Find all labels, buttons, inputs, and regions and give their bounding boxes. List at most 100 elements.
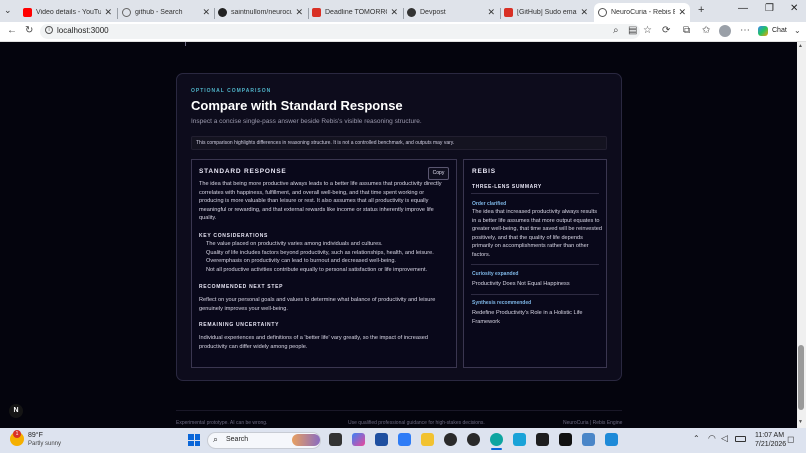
next-step-text: Reflect on your personal goals and value… [199, 297, 436, 312]
app-icon[interactable] [559, 433, 572, 446]
copilot-icon[interactable] [758, 26, 768, 36]
url-text[interactable]: localhost:3000 [57, 26, 109, 35]
next-devtools-badge[interactable]: N [9, 404, 23, 418]
close-tab-icon[interactable]: ✕ [487, 7, 495, 18]
favorite-star-icon[interactable]: ☆ [643, 25, 652, 36]
wifi-icon[interactable]: ◠ [708, 433, 716, 444]
windows-logo-piece [188, 434, 194, 440]
windows-logo-piece [194, 440, 200, 446]
section-title: Compare with Standard Response [191, 98, 403, 113]
reload-icon[interactable]: ↻ [25, 25, 33, 36]
divider [471, 264, 599, 265]
taskbar-search-label[interactable]: Search [226, 436, 248, 443]
tab-devpost[interactable]: Devpost ✕ [403, 3, 499, 22]
scroll-up-icon[interactable]: ▲ [798, 43, 803, 49]
zoom-icon[interactable]: ⌕ [613, 25, 619, 36]
notification-bell-icon[interactable]: ◻ [787, 434, 794, 445]
vscode-icon[interactable] [605, 433, 618, 446]
new-tab-button[interactable]: + [698, 4, 704, 16]
reader-icon[interactable]: ▤ [628, 25, 637, 36]
chevron-down-icon[interactable]: ⌄ [794, 26, 801, 35]
list-item: Quality of life includes factors beyond … [206, 249, 434, 256]
previous-panel [176, 42, 622, 50]
close-tab-icon[interactable]: ✕ [580, 7, 588, 18]
close-tab-icon[interactable]: ✕ [202, 7, 210, 18]
list-item: Overemphasis on productivity can lead to… [206, 258, 396, 264]
globe-icon [598, 8, 607, 17]
close-tab-icon[interactable]: ✕ [295, 7, 303, 18]
lens-text-synthesis: Redefine Productivity's Role in a Holist… [472, 310, 583, 325]
terminal-icon[interactable] [536, 433, 549, 446]
previous-panel-edge [185, 42, 186, 46]
search-highlight-image [292, 434, 320, 446]
tab-github-repo[interactable]: saintnullom/neurocuria ✕ [214, 3, 307, 22]
file-explorer-icon[interactable] [421, 433, 434, 446]
scrollbar-thumb[interactable] [798, 345, 804, 410]
gmail-icon [312, 8, 321, 17]
split-screen-icon[interactable]: ⧉ [683, 25, 690, 36]
close-window-icon[interactable]: ✕ [790, 3, 798, 14]
weather-desc[interactable]: Partly sunny [28, 441, 61, 447]
lens-label-synthesis: Synthesis recommended [472, 300, 532, 306]
close-tab-icon[interactable]: ✕ [678, 7, 686, 18]
tab-neurocuria[interactable]: NeuroCuria - Rebis Engine ✕ [594, 3, 690, 22]
copy-button[interactable]: Copy [428, 167, 449, 180]
windows-logo-piece [194, 434, 200, 440]
address-bar[interactable] [40, 24, 640, 39]
tray-chevron-icon[interactable]: ⌃ [693, 434, 700, 443]
tab-gmail-deadline[interactable]: Deadline TOMORROW ✕ [308, 3, 402, 22]
divider [471, 294, 599, 295]
more-menu-icon[interactable]: ⋯ [740, 25, 750, 36]
start-button[interactable] [188, 434, 200, 446]
footer-right: NeuroCuria | Rebis Engine [563, 420, 623, 426]
tab-github-search[interactable]: github - Search ✕ [118, 3, 214, 22]
close-tab-icon[interactable]: ✕ [390, 7, 398, 18]
clock-time[interactable]: 11:07 AM [755, 432, 784, 439]
lens-label-order: Order clarified [472, 201, 507, 207]
tab-youtube[interactable]: Video details - YouTube ✕ [19, 3, 116, 22]
chatgpt-icon[interactable] [467, 433, 480, 446]
task-view-icon[interactable] [329, 433, 342, 446]
lens-text-order: The idea that increased productivity alw… [472, 209, 602, 258]
minimize-icon[interactable]: — [738, 3, 748, 14]
close-tab-icon[interactable]: ✕ [104, 7, 112, 18]
volume-icon[interactable]: ◁ [721, 433, 728, 444]
devpost-icon [407, 8, 416, 17]
footer-center: Use qualified professional guidance for … [348, 420, 485, 426]
youtube-icon [23, 8, 32, 17]
info-icon[interactable]: i [45, 26, 53, 34]
copilot-app-icon[interactable] [352, 433, 365, 446]
back-icon[interactable]: ← [7, 25, 17, 36]
list-item: The value placed on productivity varies … [206, 241, 383, 247]
maximize-icon[interactable]: ❐ [765, 3, 774, 14]
favorites-icon[interactable]: ✩ [702, 25, 710, 36]
active-app-indicator [491, 448, 502, 450]
uncertainty-text: Individual experiences and definitions o… [199, 335, 429, 350]
app-icon[interactable] [513, 433, 526, 446]
page-viewport: OPTIONAL COMPARISON Compare with Standar… [0, 42, 797, 428]
edge-icon[interactable] [490, 433, 503, 446]
extensions-icon[interactable]: ⟳ [662, 25, 670, 36]
store-icon[interactable] [375, 433, 388, 446]
scroll-down-icon[interactable]: ▼ [798, 419, 803, 425]
section-eyebrow: OPTIONAL COMPARISON [191, 88, 272, 94]
tab-gmail-github[interactable]: [GitHub] Sudo email ve ✕ [500, 3, 592, 22]
rebis-heading: REBIS [472, 168, 496, 175]
search-icon [122, 8, 131, 17]
footer-left: Experimental prototype. AI can be wrong. [176, 420, 268, 426]
footer-divider [176, 410, 622, 411]
notification-badge: 1 [13, 430, 21, 438]
app-icon[interactable] [398, 433, 411, 446]
chatgpt-icon[interactable] [444, 433, 457, 446]
weather-temp[interactable]: 89°F [28, 432, 43, 439]
lens-text-curiosity: Productivity Does Not Equal Happiness [472, 281, 570, 287]
lens-label-curiosity: Curiosity expanded [472, 271, 519, 277]
battery-icon[interactable] [735, 436, 746, 442]
standard-response-heading: STANDARD RESPONSE [199, 168, 287, 175]
profile-avatar[interactable] [719, 25, 731, 37]
windows-logo-piece [188, 440, 194, 446]
clock-date[interactable]: 7/21/2026 [755, 441, 786, 448]
chat-button[interactable]: Chat [772, 27, 787, 34]
tab-list-chevron-icon[interactable]: ⌄ [4, 5, 12, 16]
notepad-icon[interactable] [582, 433, 595, 446]
